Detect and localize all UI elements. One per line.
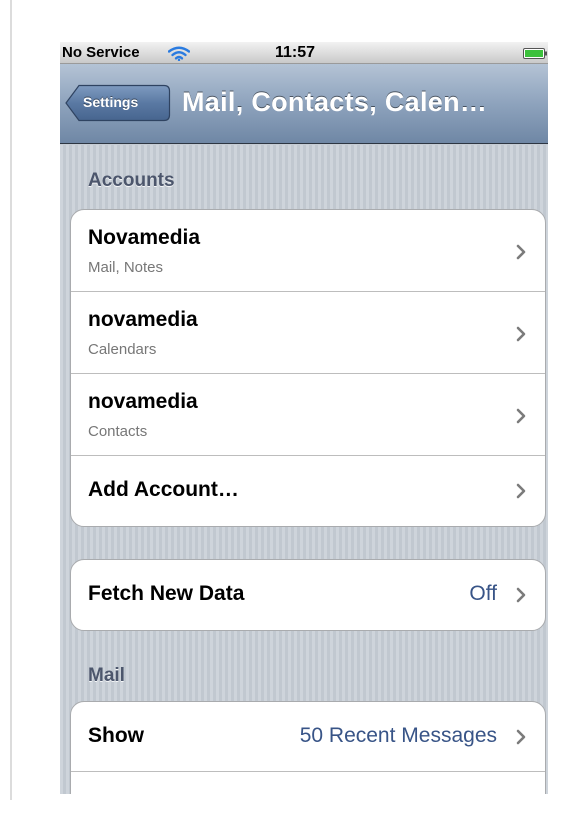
- show-value: 50 Recent Messages: [299, 724, 497, 747]
- show-row[interactable]: Show 50 Recent Messages: [71, 702, 545, 772]
- mail-next-row[interactable]: [71, 772, 545, 794]
- fetch-new-data-value: Off: [469, 582, 497, 605]
- mail-group: Show 50 Recent Messages: [70, 701, 546, 794]
- account-subtitle: Calendars: [88, 341, 157, 358]
- account-title: Novamedia: [88, 226, 201, 249]
- chevron-right-icon: [516, 483, 526, 499]
- chevron-right-icon: [516, 587, 526, 603]
- fetch-group: Fetch New Data Off: [70, 559, 546, 631]
- chevron-right-icon: [516, 408, 526, 424]
- phone-screen: No Service 11:57 Settings Mail, Contacts…: [60, 42, 548, 794]
- account-subtitle: Mail, Notes: [88, 259, 164, 276]
- section-header-accounts: Accounts: [88, 170, 175, 191]
- account-title: novamedia: [88, 308, 198, 331]
- account-title: novamedia: [88, 390, 198, 413]
- account-row[interactable]: novamedia Calendars: [71, 292, 545, 374]
- account-subtitle: Contacts: [88, 423, 148, 440]
- carrier-label: No Service: [62, 44, 140, 61]
- status-time: 11:57: [275, 44, 316, 61]
- back-button[interactable]: Settings: [65, 84, 171, 122]
- section-header-mail: Mail: [88, 665, 125, 686]
- account-row[interactable]: novamedia Contacts: [71, 374, 545, 456]
- add-account-label: Add Account…: [88, 478, 239, 501]
- add-account-row[interactable]: Add Account…: [71, 456, 545, 526]
- page-divider: [10, 0, 12, 800]
- fetch-new-data-row[interactable]: Fetch New Data Off: [71, 560, 545, 630]
- battery-icon: [523, 48, 547, 59]
- back-button-label: Settings: [83, 94, 139, 110]
- status-bar: No Service 11:57: [60, 42, 548, 64]
- account-row[interactable]: Novamedia Mail, Notes: [71, 210, 545, 292]
- accounts-group: Novamedia Mail, Notes novamedia Calendar…: [70, 209, 546, 527]
- chevron-right-icon: [516, 326, 526, 342]
- chevron-right-icon: [516, 729, 526, 745]
- wifi-icon: [168, 46, 190, 61]
- page-title: Mail, Contacts, Calen…: [182, 87, 488, 117]
- fetch-new-data-label: Fetch New Data: [88, 582, 245, 605]
- chevron-right-icon: [516, 244, 526, 260]
- grouped-table: Accounts Novamedia Mail, Notes novamedia…: [60, 145, 548, 794]
- show-label: Show: [88, 724, 144, 747]
- screen-crop-edge: [60, 794, 548, 823]
- navigation-bar: Settings Mail, Contacts, Calen…: [60, 64, 548, 144]
